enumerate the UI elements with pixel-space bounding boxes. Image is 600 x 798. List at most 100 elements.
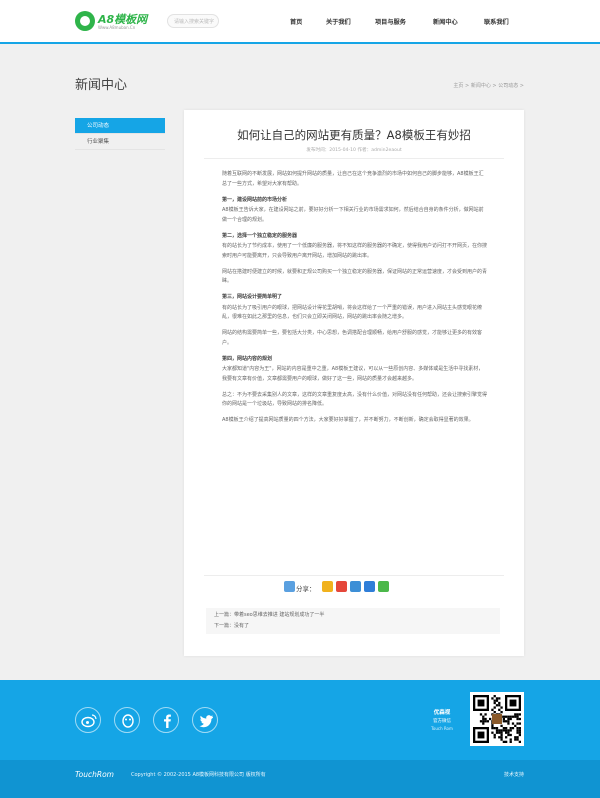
nav-item-contact[interactable]: 联系我们: [484, 17, 509, 26]
tencent-weibo-icon[interactable]: [350, 581, 361, 592]
qr-module: [498, 701, 501, 705]
qr-module: [516, 717, 519, 721]
qr-module: [518, 722, 521, 725]
qr-module: [489, 717, 492, 721]
qr-module: [507, 733, 510, 737]
article-paragraph: 网站在搭建时便建立的时候，就要和正规公司购买一个独立稳定的服务器，保证网站的正常…: [222, 268, 488, 285]
article-paragraph: A8模板王介绍了提高网站质量的四个方法，大家要好好掌握了，并不断努力，不断创新，…: [222, 417, 474, 423]
qr-module: [505, 720, 508, 723]
article-paragraph: 随着互联网的不断发展，网站如何提升网站的质量，让自己在这个竞争激烈的市场中如何自…: [222, 171, 484, 187]
weibo-icon[interactable]: [75, 707, 101, 733]
next-article-link[interactable]: 下一篇：没有了: [214, 622, 249, 629]
qr-module: [502, 740, 505, 743]
nav-item-home[interactable]: 首页: [290, 17, 302, 26]
share-label: 分享：: [296, 585, 316, 593]
sidebar-item-industry[interactable]: 行业聚集: [75, 134, 165, 150]
qr-module: [495, 697, 499, 700]
qr-module: [511, 715, 515, 718]
qr-module: [505, 740, 508, 743]
qr-module: [505, 729, 508, 732]
renren-icon[interactable]: [364, 581, 375, 592]
qr-module: [498, 736, 501, 739]
qr-module: [509, 738, 512, 741]
search-input[interactable]: 请输入搜索关键字: [167, 14, 219, 28]
nav-item-news[interactable]: 新闻中心: [433, 17, 458, 26]
qr-module: [495, 729, 499, 732]
qr-code-icon: [473, 695, 521, 743]
logo-subtitle: Www.A8muban.Cn: [98, 25, 136, 30]
share-plus-icon[interactable]: [284, 581, 295, 592]
qr-module: [484, 717, 487, 721]
qr-module: [500, 733, 503, 737]
qr-module: [500, 724, 503, 727]
qr-finder: [477, 731, 485, 739]
nav-item-about[interactable]: 关于我们: [326, 17, 351, 26]
site-footer: 优森视 官方微信 Touch Rom TouchRom Copyright © …: [0, 680, 600, 798]
copyright-bar: TouchRom Copyright © 2002-2015 A8模板网科技有限…: [0, 760, 600, 798]
qr-module: [516, 715, 519, 718]
follow-subtitle: 官方微信: [433, 719, 451, 724]
nav-item-services[interactable]: 项目与服务: [375, 17, 406, 26]
qr-module: [514, 724, 517, 727]
article-subheading: 第三，网站设计要简单明了: [222, 294, 283, 300]
qr-module: [500, 738, 503, 741]
qr-module: [498, 697, 501, 700]
qr-code: [470, 692, 524, 746]
qr-module: [518, 717, 521, 721]
qr-module: [493, 733, 496, 737]
sidebar-item-company-news[interactable]: 公司动态: [75, 118, 165, 134]
follow-brand: Touch Rom: [431, 726, 453, 731]
qr-module: [509, 715, 512, 718]
qr-module: [507, 717, 510, 721]
qr-module: [479, 720, 483, 723]
prev-next-nav: 上一篇：带着seo思维去推进 建站规划成功了一半 下一篇：没有了: [206, 608, 500, 634]
qr-module: [484, 720, 487, 723]
qr-module: [500, 706, 503, 709]
footer-logo[interactable]: TouchRom: [75, 770, 114, 779]
qr-module: [493, 699, 496, 702]
qr-module: [479, 713, 483, 716]
article-paragraph: 网站的结构需要简单一些，要包括大分类，中心思想，色调搭配合理顺畅，给用户舒服的感…: [222, 330, 483, 346]
qr-module: [491, 731, 494, 734]
breadcrumb-news[interactable]: 新闻中心: [471, 83, 491, 89]
search-placeholder: 请输入搜索关键字: [174, 19, 215, 25]
qr-module: [518, 740, 521, 743]
qr-module: [511, 722, 515, 725]
qr-finder: [509, 699, 517, 707]
article-paragraph: 有的站长为了吸引用户的眼球，把网站设计得花里胡哨，将会这样给了一个严重的错误，用…: [222, 304, 483, 321]
facebook-icon[interactable]: [153, 707, 179, 733]
qr-module: [493, 706, 496, 709]
qr-module: [493, 711, 496, 714]
article-paragraph: A8模板王告诉大家，在建设网站之前，要好好分析一下相关行业的市场需求如何，然后结…: [222, 207, 484, 223]
breadcrumb-home[interactable]: 主页: [453, 83, 463, 89]
qr-module: [500, 731, 503, 734]
qr-module: [518, 733, 521, 737]
qr-module: [493, 727, 496, 730]
follow-title: 优森视: [433, 710, 451, 716]
tech-support-link[interactable]: 技术支持: [504, 771, 524, 778]
qzone-icon[interactable]: [322, 581, 333, 592]
prev-article-link[interactable]: 上一篇：带着seo思维去推进 建站规划成功了一半: [214, 611, 324, 618]
qr-module: [511, 727, 515, 730]
wechat-share-icon[interactable]: [378, 581, 389, 592]
qr-module: [516, 729, 519, 732]
divider: [204, 575, 504, 576]
qr-module: [502, 729, 505, 732]
breadcrumb-company[interactable]: 公司动态: [498, 83, 518, 89]
sidebar: 公司动态 行业聚集: [75, 118, 165, 150]
article-meta: 发布时间：2015-04-10 作者：admin2eaout: [306, 148, 402, 153]
qr-module: [516, 731, 519, 734]
qr-module: [505, 736, 508, 739]
qr-module: [495, 704, 499, 707]
qr-module: [486, 720, 489, 723]
twitter-icon[interactable]: [192, 707, 218, 733]
qr-module: [491, 727, 494, 730]
qr-module: [493, 695, 496, 698]
qr-module: [507, 715, 510, 718]
weibo-share-icon[interactable]: [336, 581, 347, 592]
qq-icon[interactable]: [114, 707, 140, 733]
qr-module: [507, 731, 510, 734]
qr-module: [502, 717, 505, 721]
logo[interactable]: A8模板网 Www.A8muban.Cn: [75, 11, 161, 33]
qr-module: [514, 738, 517, 741]
